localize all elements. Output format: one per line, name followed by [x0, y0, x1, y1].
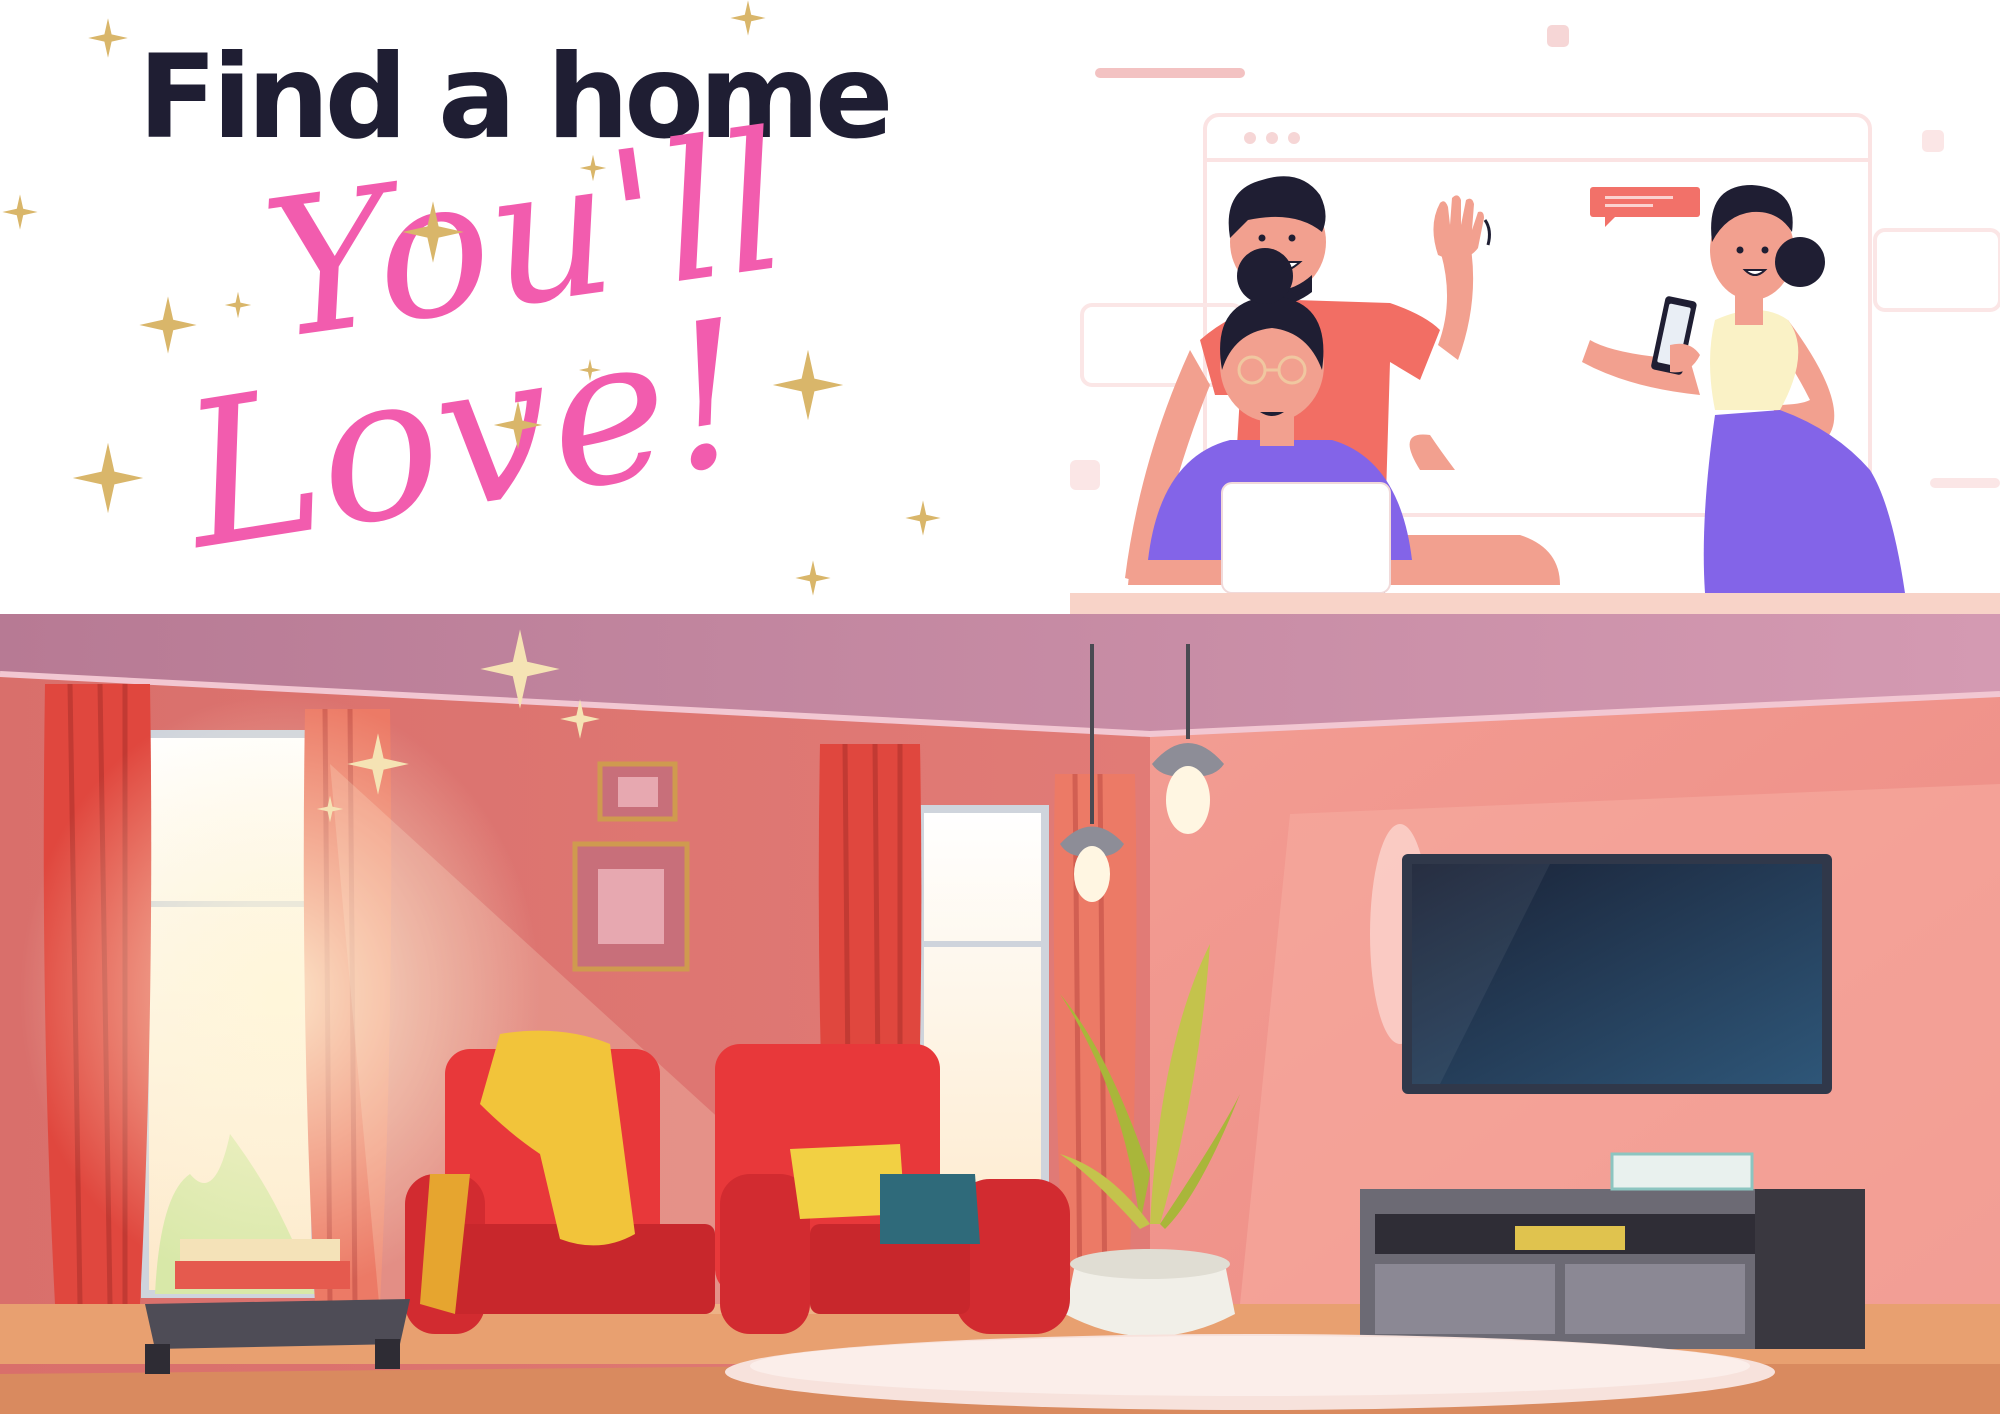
- picture-frame: [597, 761, 678, 822]
- script-line-love: Love!: [169, 276, 765, 595]
- sparkle-icon: [224, 291, 252, 319]
- sparkle-icon: [795, 560, 831, 596]
- sparkle-icon: [772, 349, 844, 421]
- living-room-illustration: [0, 614, 2000, 1414]
- banner-top: Find a home You'll Love!: [0, 0, 2000, 614]
- living-room-scene: [0, 614, 2000, 1414]
- sparkle-icon: [2, 194, 38, 230]
- wall-tv: [1370, 824, 1832, 1094]
- people-illustration: [1070, 25, 2000, 614]
- sparkle-icon: [88, 18, 128, 58]
- picture-frame: [572, 841, 690, 972]
- sparkle-icon: [905, 500, 941, 536]
- chat-bubble-icon: [1590, 187, 1700, 227]
- sparkle-icon: [72, 442, 144, 514]
- sparkle-icon: [139, 296, 197, 354]
- woman-with-phone: [1582, 185, 1905, 593]
- laptop-icon: [1221, 482, 1391, 594]
